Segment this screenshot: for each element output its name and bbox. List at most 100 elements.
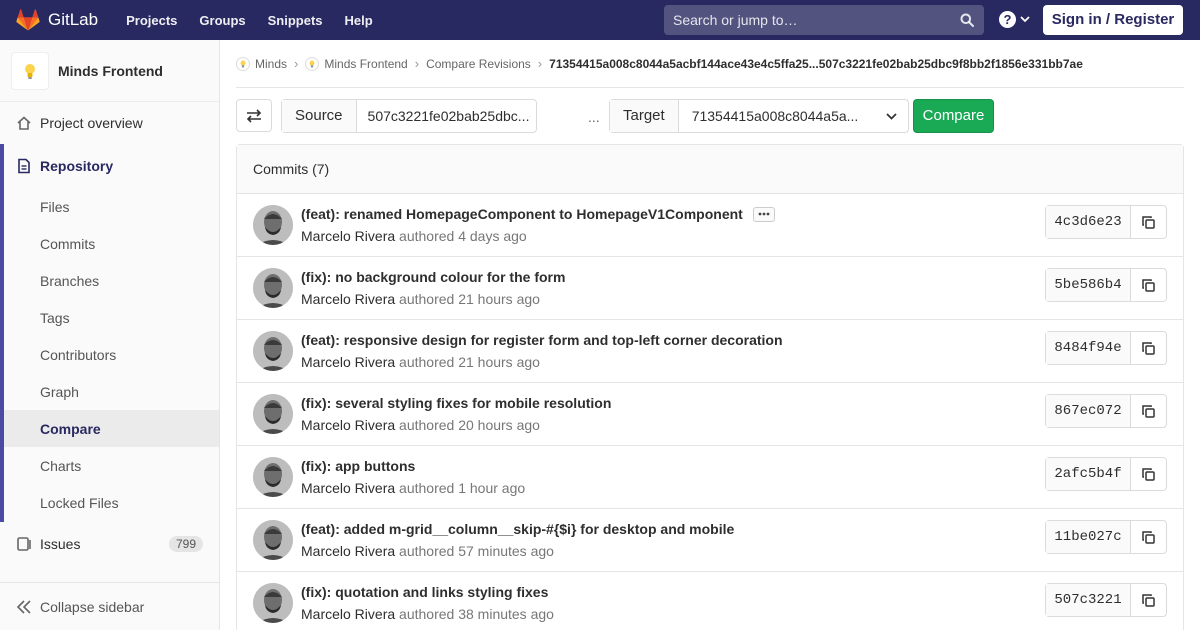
compare-button[interactable]: Compare — [913, 99, 994, 133]
sign-in-button[interactable]: Sign in / Register — [1043, 5, 1183, 35]
commit-title-link[interactable]: (feat): responsive design for register f… — [301, 332, 783, 348]
commit-author[interactable]: Marcelo Rivera — [301, 354, 395, 370]
commit-title: (feat): responsive design for register f… — [301, 332, 783, 348]
brand-name: GitLab — [48, 10, 99, 29]
gitlab-tanuki-icon — [16, 9, 40, 31]
avatar[interactable] — [253, 583, 293, 623]
toggle-description-button[interactable] — [752, 206, 775, 222]
sidebar-item-issues[interactable]: Issues 799 — [0, 522, 219, 566]
search-icon[interactable] — [960, 13, 974, 27]
avatar[interactable] — [253, 520, 293, 560]
breadcrumb-minds-frontend[interactable]: Minds Frontend — [305, 56, 408, 71]
sidebar-item-tags[interactable]: Tags — [4, 299, 219, 336]
commit-authored-word: authored — [399, 291, 455, 307]
commit-sha-link[interactable]: 507c3221 — [1046, 584, 1131, 616]
nav-link-snippets[interactable]: Snippets — [268, 13, 323, 28]
commit-sha-group: 507c3221 — [1045, 583, 1167, 617]
commit-title-link[interactable]: (feat): renamed HomepageComponent to Hom… — [301, 206, 743, 222]
sidebar-item-label: Repository — [40, 158, 114, 174]
commits-panel: Commits (7) (feat): renamed HomepageComp… — [236, 144, 1184, 630]
chevron-right-icon: › — [537, 56, 543, 71]
commit-title: (fix): app buttons — [301, 458, 415, 474]
double-chevron-left-icon — [16, 599, 32, 615]
nav-link-projects[interactable]: Projects — [126, 13, 177, 28]
breadcrumb-current[interactable]: 71354415a008c8044a5acbf144ace43e4c5ffa25… — [549, 57, 1083, 71]
avatar[interactable] — [253, 331, 293, 371]
document-icon — [16, 158, 32, 174]
swap-revisions-button[interactable] — [236, 99, 272, 132]
commit-sha-group: 2afc5b4f — [1045, 457, 1167, 491]
commit-row: (fix): no background colour for the form… — [237, 257, 1183, 320]
commit-meta: Marcelo Rivera authored 21 hours ago — [301, 291, 540, 307]
copy-sha-button[interactable] — [1131, 395, 1166, 427]
commit-author[interactable]: Marcelo Rivera — [301, 417, 395, 433]
commit-row: (fix): app buttons Marcelo Rivera author… — [237, 446, 1183, 509]
commit-meta: Marcelo Rivera authored 57 minutes ago — [301, 543, 554, 559]
nav-link-help[interactable]: Help — [345, 13, 373, 28]
commit-authored-word: authored — [399, 417, 455, 433]
search-input[interactable] — [673, 12, 943, 28]
help-dropdown[interactable]: ? — [999, 11, 1030, 28]
copy-sha-button[interactable] — [1131, 458, 1166, 490]
target-ref-dropdown[interactable]: 71354415a008c8044a5a... — [679, 100, 908, 132]
commit-author[interactable]: Marcelo Rivera — [301, 606, 395, 622]
commit-meta: Marcelo Rivera authored 1 hour ago — [301, 480, 525, 496]
source-ref-value: 507c3221fe02bab25dbc... — [367, 108, 530, 124]
sidebar-item-contributors[interactable]: Contributors — [4, 336, 219, 373]
commit-title-link[interactable]: (fix): no background colour for the form — [301, 269, 565, 285]
avatar[interactable] — [253, 457, 293, 497]
sidebar-item-compare[interactable]: Compare — [4, 410, 219, 447]
commit-sha-group: 11be027c — [1045, 520, 1167, 554]
commit-sha-link[interactable]: 11be027c — [1046, 521, 1131, 553]
chevron-down-icon — [529, 115, 531, 117]
source-ref-dropdown[interactable]: 507c3221fe02bab25dbc... — [357, 100, 542, 132]
commit-sha-link[interactable]: 867ec072 — [1046, 395, 1131, 427]
sidebar-item-locked-files[interactable]: Locked Files — [4, 484, 219, 522]
sidebar-item-overview[interactable]: Project overview — [0, 102, 219, 144]
project-header[interactable]: Minds Frontend — [0, 40, 219, 102]
copy-icon — [1142, 215, 1155, 229]
commit-sha-link[interactable]: 4c3d6e23 — [1046, 206, 1131, 238]
commit-sha-link[interactable]: 5be586b4 — [1046, 269, 1131, 301]
collapse-sidebar-button[interactable]: Collapse sidebar — [0, 582, 219, 630]
commit-author[interactable]: Marcelo Rivera — [301, 543, 395, 559]
commit-title-link[interactable]: (fix): app buttons — [301, 458, 415, 474]
avatar[interactable] — [253, 205, 293, 245]
nav-link-groups[interactable]: Groups — [199, 13, 245, 28]
commit-author[interactable]: Marcelo Rivera — [301, 228, 395, 244]
target-ref-value: 71354415a008c8044a5a... — [691, 108, 859, 124]
avatar[interactable] — [253, 394, 293, 434]
main-content: Minds › Minds Frontend › Compare Revisio… — [236, 40, 1184, 630]
breadcrumb-compare-revisions[interactable]: Compare Revisions — [426, 57, 531, 71]
sidebar-item-repository[interactable]: Repository — [4, 144, 219, 188]
copy-sha-button[interactable] — [1131, 332, 1166, 364]
breadcrumb: Minds › Minds Frontend › Compare Revisio… — [236, 40, 1184, 88]
copy-sha-button[interactable] — [1131, 521, 1166, 553]
commit-title-link[interactable]: (fix): quotation and links styling fixes — [301, 584, 548, 600]
sidebar-item-branches[interactable]: Branches — [4, 262, 219, 299]
commit-sha-link[interactable]: 2afc5b4f — [1046, 458, 1131, 490]
commit-author[interactable]: Marcelo Rivera — [301, 480, 395, 496]
gitlab-home-link[interactable]: GitLab — [16, 0, 98, 40]
project-name: Minds Frontend — [58, 62, 163, 79]
commit-sha-group: 4c3d6e23 — [1045, 205, 1167, 239]
copy-sha-button[interactable] — [1131, 584, 1166, 616]
breadcrumb-minds[interactable]: Minds — [236, 56, 287, 71]
avatar[interactable] — [253, 268, 293, 308]
copy-sha-button[interactable] — [1131, 269, 1166, 301]
commit-author[interactable]: Marcelo Rivera — [301, 291, 395, 307]
commit-title: (feat): renamed HomepageComponent to Hom… — [301, 206, 775, 222]
compare-bar: Source 507c3221fe02bab25dbc... ... Targe… — [236, 88, 1184, 152]
commit-meta: Marcelo Rivera authored 4 days ago — [301, 228, 527, 244]
commit-title-link[interactable]: (feat): added m-grid__column__skip-#{$i}… — [301, 521, 734, 537]
commit-sha-link[interactable]: 8484f94e — [1046, 332, 1131, 364]
commit-title-link[interactable]: (fix): several styling fixes for mobile … — [301, 395, 611, 411]
commit-meta: Marcelo Rivera authored 21 hours ago — [301, 354, 540, 370]
swap-arrows-icon — [246, 108, 262, 123]
sidebar-item-charts[interactable]: Charts — [4, 447, 219, 484]
copy-sha-button[interactable] — [1131, 206, 1166, 238]
sidebar-item-commits[interactable]: Commits — [4, 225, 219, 262]
sidebar-item-files[interactable]: Files — [4, 188, 219, 225]
sidebar-item-graph[interactable]: Graph — [4, 373, 219, 410]
commit-time: 1 hour ago — [458, 480, 526, 496]
